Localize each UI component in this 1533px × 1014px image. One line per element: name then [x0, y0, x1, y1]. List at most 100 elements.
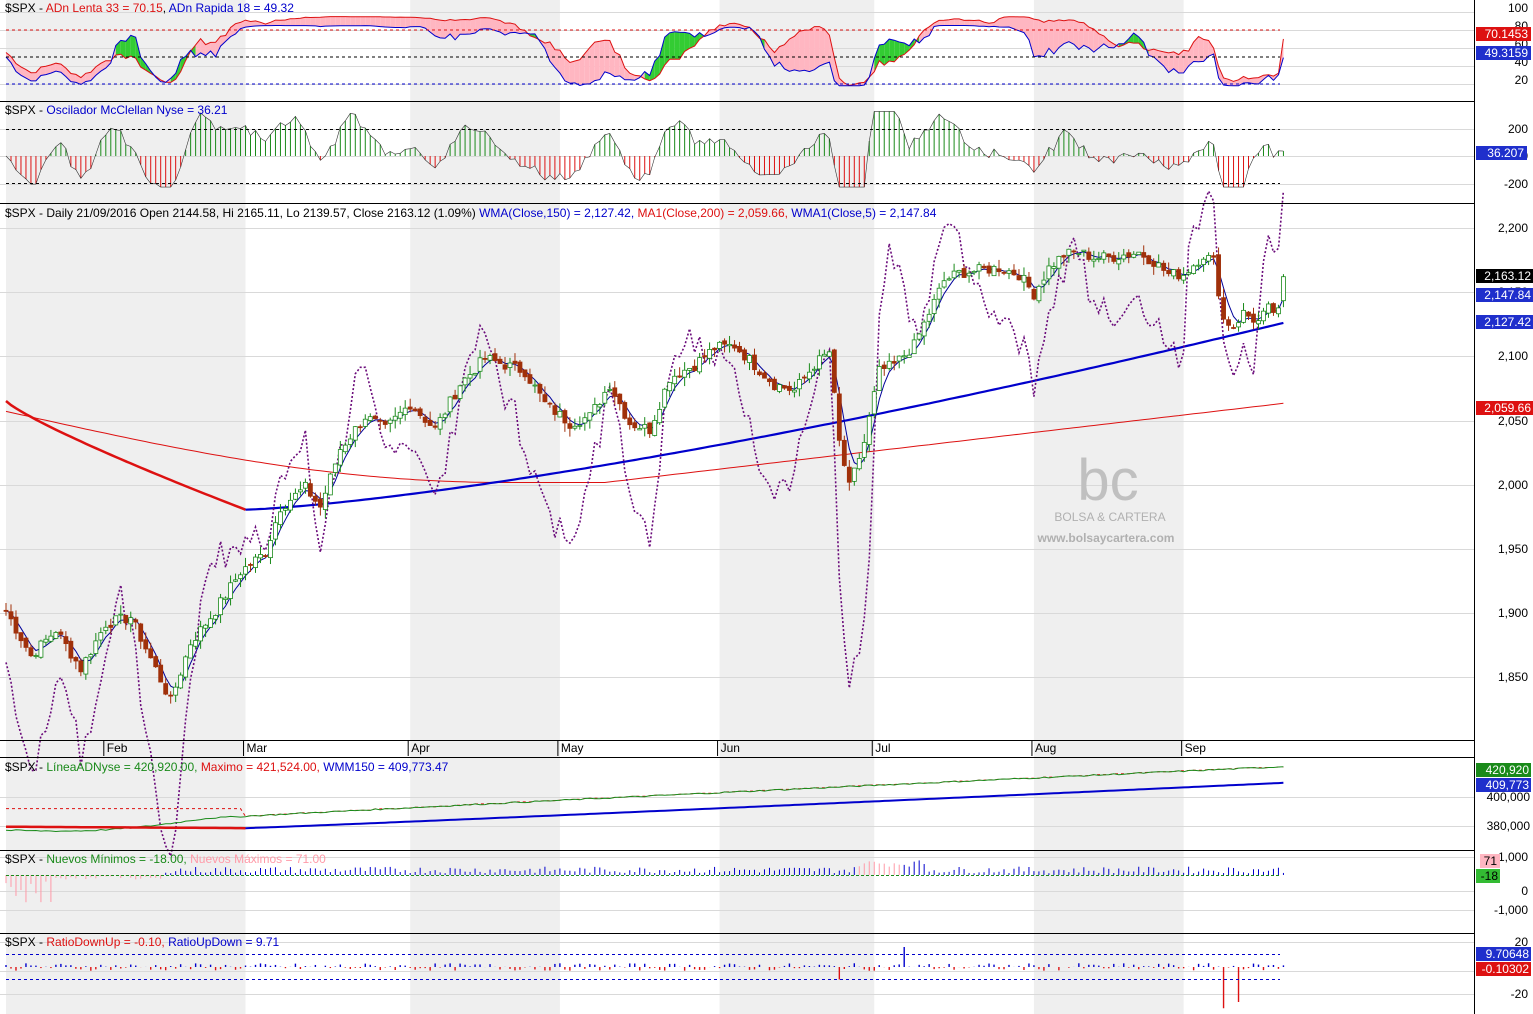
candle-body — [1011, 269, 1017, 276]
adn-fill — [1068, 19, 1074, 45]
adn-fill — [1029, 17, 1034, 57]
candle-body — [233, 579, 238, 582]
adn-fill — [624, 67, 630, 80]
candle-body — [831, 349, 837, 393]
candle-body — [118, 613, 124, 616]
candle-body — [1251, 313, 1256, 323]
adn-fill — [1198, 36, 1204, 62]
adn-fill — [819, 26, 825, 67]
adn-fill — [954, 18, 960, 26]
adn-fill — [365, 16, 371, 26]
candle-body — [876, 366, 882, 391]
mcclellan-tick: 200 — [1508, 122, 1528, 136]
candle-body — [43, 638, 49, 643]
candle-body — [1051, 266, 1057, 269]
adn-fill — [310, 17, 316, 26]
candle-body — [238, 574, 243, 580]
candle-body — [787, 385, 792, 391]
mcclellan-tick: -200 — [1504, 177, 1528, 191]
value-tags: 70.1453 49.3159 36.207 2,163.12 2,147.84… — [1476, 27, 1533, 976]
candle-body — [1126, 252, 1132, 258]
candle-body — [1236, 322, 1241, 328]
candle-body — [128, 617, 134, 625]
adline-tag-line-text: 420,920 — [1486, 763, 1530, 777]
x-axis-months: Feb Mar Apr May Jun Jul Aug Sep — [103, 741, 1206, 756]
adn-fill — [974, 20, 980, 27]
candle-body — [163, 683, 169, 695]
candle-body — [986, 265, 992, 274]
candle-body — [522, 369, 528, 378]
candle-body — [802, 376, 807, 379]
candle-body — [712, 347, 717, 351]
candle-body — [667, 382, 673, 392]
candle-body — [1156, 262, 1162, 268]
candle-body — [906, 354, 912, 358]
candle-body — [298, 489, 303, 493]
adn-tick: 20 — [1515, 73, 1529, 87]
candle-body — [627, 417, 633, 426]
price-tick: 2,050 — [1498, 414, 1528, 428]
adn-fill — [130, 35, 136, 59]
adn-fill — [325, 16, 331, 27]
candle-body — [243, 566, 248, 575]
month-label: Mar — [247, 741, 268, 755]
adn-fill — [1058, 19, 1064, 48]
candle-body — [991, 265, 997, 277]
candle-body — [1161, 262, 1167, 271]
price-tag-wma150-text: 2,127.42 — [1484, 315, 1531, 329]
candle-body — [412, 408, 418, 412]
candle-body — [208, 618, 213, 628]
price-tag-ma200-text: 2,059.66 — [1484, 401, 1531, 415]
candle-body — [702, 355, 707, 358]
candle-body — [347, 438, 353, 445]
adn-fill — [305, 17, 311, 26]
adline-title: $SPX - LíneaADNyse = 420,920.00, Maximo … — [5, 760, 449, 774]
candle-body — [841, 439, 847, 466]
candle-body — [1031, 288, 1037, 300]
adline-tick: 380,000 — [1487, 819, 1531, 833]
candle-body — [996, 268, 1002, 273]
candle-body — [497, 358, 503, 364]
candle-body — [607, 389, 613, 391]
candle-body — [587, 412, 593, 421]
adn-fill — [315, 17, 321, 27]
candle-body — [357, 426, 363, 429]
candle-body — [78, 660, 84, 673]
candle-body — [1116, 259, 1122, 265]
candle-body — [1111, 255, 1117, 262]
adn-fill — [85, 72, 91, 82]
candle-body — [1196, 264, 1202, 267]
candle-body — [851, 467, 857, 482]
candle-body — [1256, 320, 1261, 325]
ratio-title: $SPX - RatioDownUp = -0.10, RatioUpDown … — [5, 935, 280, 949]
candle-body — [283, 508, 288, 511]
candle-body — [1026, 276, 1032, 288]
adn-fill — [275, 20, 281, 26]
candle-body — [407, 406, 413, 410]
candle-body — [1151, 260, 1157, 267]
candle-body — [1211, 255, 1216, 258]
candle-body — [647, 422, 653, 435]
candle-body — [1231, 327, 1236, 329]
adn-title: $SPX - ADn Lenta 33 = 70.15, ADn Rapida … — [5, 1, 294, 15]
candle-body — [1186, 272, 1192, 275]
mcclellan-tag-text: 36.207 — [1487, 146, 1524, 160]
candle-body — [153, 656, 159, 668]
candle-body — [1261, 310, 1266, 322]
candle-body — [8, 611, 14, 620]
candle-body — [1041, 279, 1047, 285]
candle-body — [1016, 275, 1022, 281]
candle-body — [342, 444, 348, 453]
candle-body — [792, 389, 797, 393]
candle-body — [1056, 255, 1062, 269]
adn-fill — [405, 17, 411, 28]
adn-fill — [370, 16, 376, 27]
candle-body — [652, 420, 658, 436]
candle-body — [1131, 253, 1137, 258]
candle-body — [737, 345, 742, 353]
candle-body — [113, 615, 119, 626]
adn-fill — [1253, 77, 1259, 84]
candle-body — [752, 354, 757, 371]
price-tick: 2,100 — [1498, 349, 1528, 363]
adn-fill — [280, 20, 286, 26]
